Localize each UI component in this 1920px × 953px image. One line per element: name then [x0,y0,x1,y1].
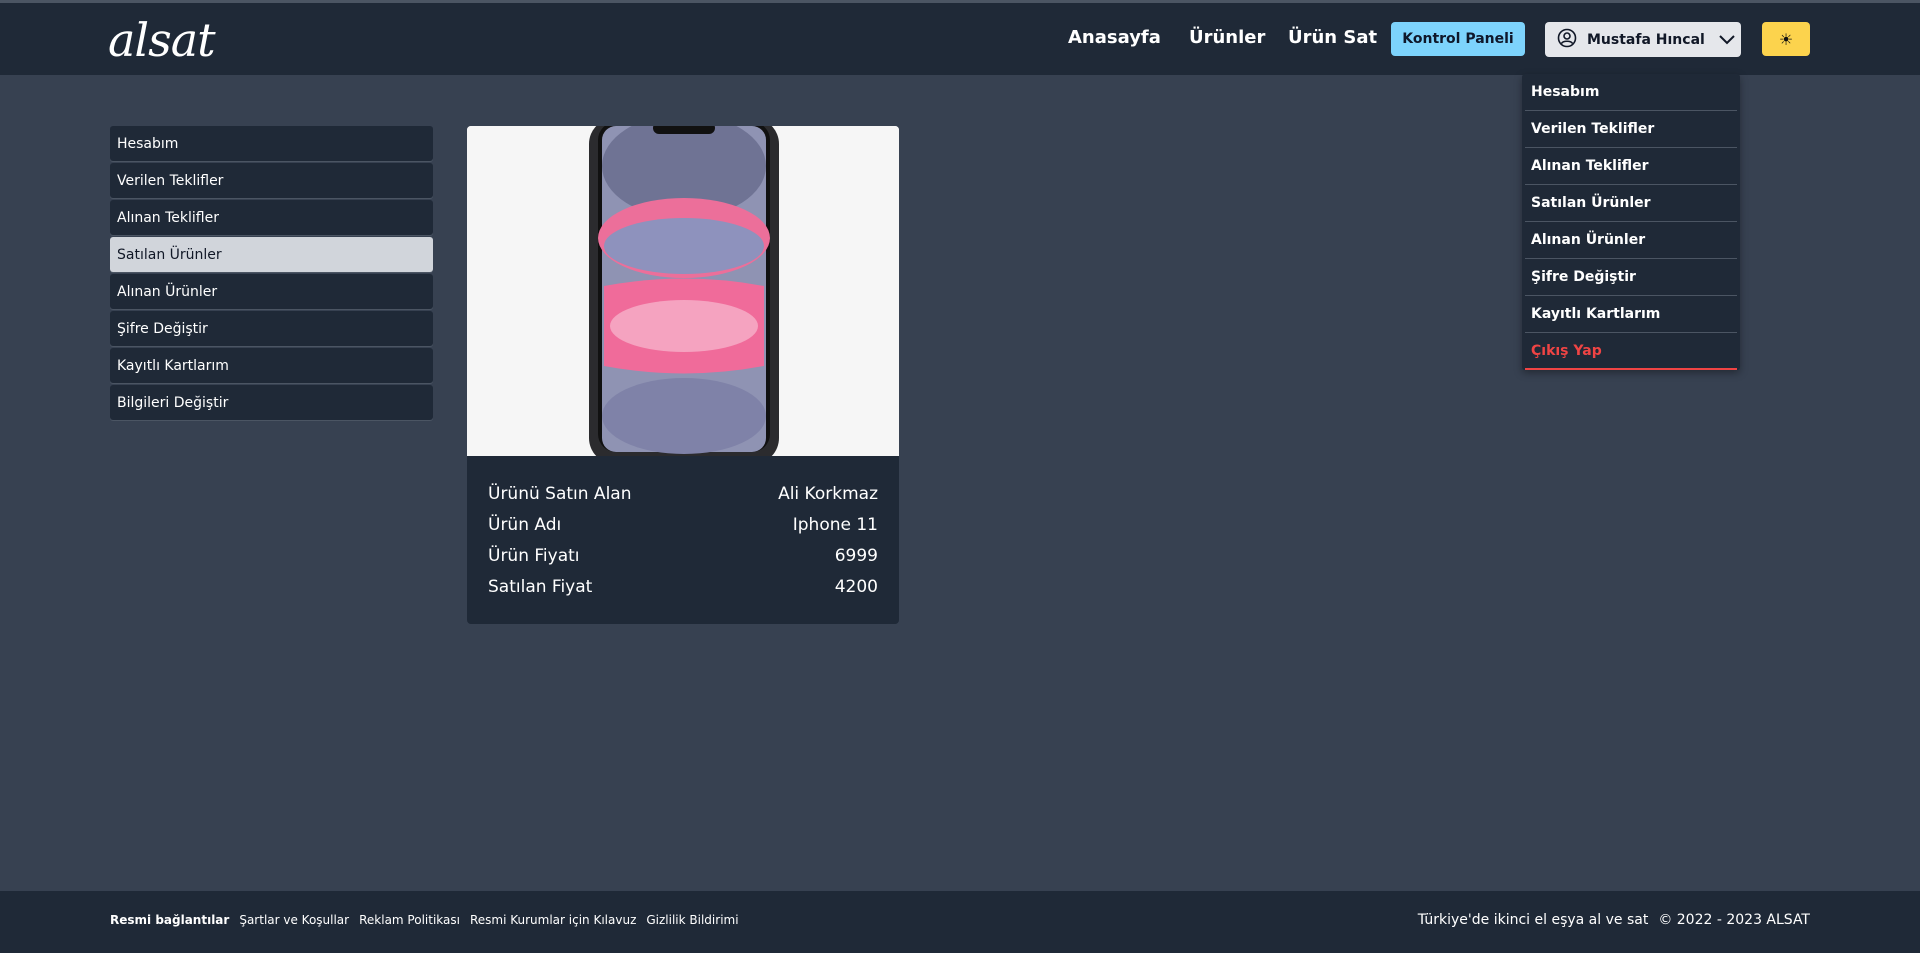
theme-toggle-button[interactable]: ☀ [1762,22,1810,56]
page-footer: Resmi bağlantılar Şartlar ve Koşullar Re… [0,891,1920,953]
dropdown-item-saved-cards[interactable]: Kayıtlı Kartlarım [1525,296,1737,333]
logout-button[interactable]: Çıkış Yap [1525,333,1737,370]
footer-info: Türkiye'de ikinci el eşya al ve sat © 20… [1418,912,1810,928]
buyer-row: Ürünü Satın Alan Ali Korkmaz [488,478,878,509]
sidebar-item-saved-cards[interactable]: Kayıtlı Kartlarım [110,348,433,383]
sidebar-item-given-offers[interactable]: Verilen Teklifler [110,163,433,198]
footer-link-guide[interactable]: Resmi Kurumlar için Kılavuz [470,913,636,927]
product-name-label: Ürün Adı [488,514,562,535]
footer-links: Resmi bağlantılar Şartlar ve Koşullar Re… [110,913,739,927]
sold-product-card: Ürünü Satın Alan Ali Korkmaz Ürün Adı Ip… [467,126,899,624]
dropdown-item-sold-products[interactable]: Satılan Ürünler [1525,185,1737,222]
user-circle-icon [1557,28,1577,52]
sidebar-item-change-password[interactable]: Şifre Değiştir [110,311,433,346]
control-panel-button[interactable]: Kontrol Paneli [1391,22,1525,56]
sold-price-label: Satılan Fiyat [488,576,593,597]
account-sidebar: Hesabım Verilen Teklifler Alınan Teklifl… [110,126,433,422]
sidebar-item-change-info[interactable]: Bilgileri Değiştir [110,385,433,420]
sun-icon: ☀ [1778,29,1794,49]
product-name-row: Ürün Adı Iphone 11 [488,509,878,540]
footer-tagline: Türkiye'de ikinci el eşya al ve sat [1417,912,1649,928]
dropdown-item-account[interactable]: Hesabım [1525,74,1737,111]
sold-price-value: 4200 [834,576,878,597]
sidebar-item-sold-products[interactable]: Satılan Ürünler [110,237,433,272]
user-dropdown-menu: Hesabım Verilen Teklifler Alınan Teklifl… [1522,74,1740,370]
footer-link-terms[interactable]: Şartlar ve Koşullar [239,913,349,927]
product-name-value: Iphone 11 [792,514,878,535]
footer-copyright: © 2022 - 2023 ALSAT [1658,912,1810,928]
user-menu-button[interactable]: Mustafa Hıncal [1545,22,1741,57]
sold-price-row: Satılan Fiyat 4200 [488,571,878,602]
product-price-label: Ürün Fiyatı [488,545,580,566]
nav-home-link[interactable]: Anasayfa [1068,27,1161,48]
sidebar-item-received-offers[interactable]: Alınan Teklifler [110,200,433,235]
dropdown-item-received-offers[interactable]: Alınan Teklifler [1525,148,1737,185]
sidebar-item-account[interactable]: Hesabım [110,126,433,161]
nav-products-link[interactable]: Ürünler [1189,27,1265,48]
chevron-down-icon [1719,34,1735,45]
product-price-value: 6999 [834,545,878,566]
product-price-row: Ürün Fiyatı 6999 [488,540,878,571]
top-navbar: alsat Anasayfa Ürünler Ürün Sat Kontrol … [0,3,1920,75]
buyer-label: Ürünü Satın Alan [488,483,632,504]
product-image[interactable] [467,126,899,464]
nav-sell-link[interactable]: Ürün Sat [1288,27,1377,48]
user-name-label: Mustafa Hıncal [1587,31,1705,48]
alsat-logo[interactable]: alsat [108,13,216,67]
dropdown-item-change-password[interactable]: Şifre Değiştir [1525,259,1737,296]
dropdown-item-bought-products[interactable]: Alınan Ürünler [1525,222,1737,259]
dropdown-item-given-offers[interactable]: Verilen Teklifler [1525,111,1737,148]
footer-link-ad-policy[interactable]: Reklam Politikası [359,913,460,927]
sidebar-item-bought-products[interactable]: Alınan Ürünler [110,274,433,309]
footer-link-privacy[interactable]: Gizlilik Bildirimi [646,913,738,927]
footer-links-title: Resmi bağlantılar [110,913,230,927]
buyer-value: Ali Korkmaz [778,483,878,504]
